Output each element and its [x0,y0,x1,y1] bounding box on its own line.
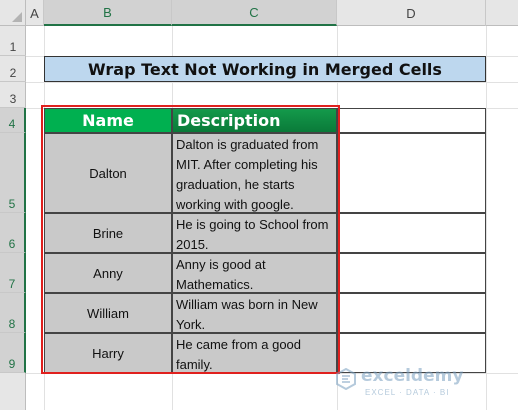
watermark-brand: exceldemy [361,366,464,386]
column-d-cell[interactable] [337,293,486,333]
column-header-b[interactable]: B [44,0,172,26]
watermark-tagline: EXCEL · DATA · BI [365,388,450,397]
column-header-d[interactable]: D [337,0,486,26]
row-header-6[interactable]: 6 [0,213,26,253]
gridline [486,26,487,410]
column-d-cell[interactable] [337,133,486,213]
exceldemy-watermark: exceldemy EXCEL · DATA · BI [335,364,485,404]
column-header-a[interactable]: A [26,0,44,26]
column-d-cell[interactable] [337,108,486,133]
row-header-5[interactable]: 5 [0,133,26,213]
sheet-title[interactable]: Wrap Text Not Working in Merged Cells [44,56,486,82]
row-header-9[interactable]: 9 [0,333,26,373]
row-header-4[interactable]: 4 [0,108,26,133]
row-header-7[interactable]: 7 [0,253,26,293]
column-d-cell[interactable] [337,213,486,253]
row-header-2[interactable]: 2 [0,56,26,82]
column-header-c[interactable]: C [172,0,337,26]
gridline [26,82,518,83]
selection-highlight-box [41,105,340,374]
row-header-1[interactable]: 1 [0,26,26,56]
column-d-cell[interactable] [337,253,486,293]
select-all-corner[interactable] [0,0,26,26]
row-header-8[interactable]: 8 [0,293,26,333]
row-header-3[interactable]: 3 [0,82,26,108]
exceldemy-logo-icon [336,368,356,390]
